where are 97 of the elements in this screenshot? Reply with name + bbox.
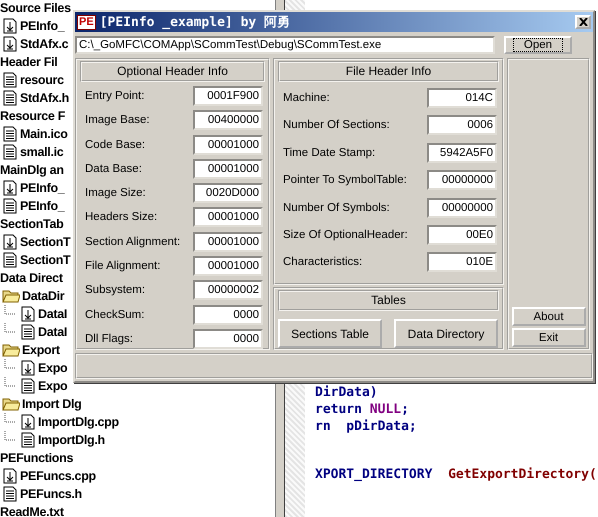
tree-item[interactable]: StdAfx.h <box>20 91 69 105</box>
value-field[interactable]: 0000 <box>193 304 263 325</box>
window-title: [PEInfo _example] by 阿勇 <box>100 14 292 31</box>
value-field[interactable]: 00E0 <box>427 224 497 245</box>
field-label: Number Of Sections: <box>283 119 390 132</box>
code-line: DirData) <box>315 384 379 401</box>
app-icon: PE <box>77 14 96 30</box>
tree-connector <box>4 431 16 441</box>
value-field[interactable]: 00001000 <box>193 134 263 155</box>
source-file-icon <box>20 306 36 322</box>
value-field[interactable]: 00000000 <box>427 170 497 190</box>
field-label: Subsystem: <box>85 284 146 296</box>
field-label: Pointer To SymbolTable: <box>283 174 407 186</box>
folder-icon <box>2 396 20 412</box>
tree-item[interactable]: PEFuncs.h <box>20 487 82 501</box>
field-label: Code Base: <box>85 138 146 151</box>
field-label: Image Base: <box>85 114 150 126</box>
section-header: Tables <box>278 290 499 311</box>
value-field[interactable]: 5942A5F0 <box>427 142 497 163</box>
folder-icon <box>2 342 20 358</box>
dialog-button[interactable]: Exit <box>512 328 586 347</box>
value-field[interactable]: 00400000 <box>193 110 263 130</box>
value-field[interactable]: 0001F900 <box>193 86 263 106</box>
document-icon <box>20 324 36 340</box>
tree-group-label[interactable]: MainDlg an <box>0 163 64 177</box>
section-header: Optional Header Info <box>80 61 265 82</box>
value-field[interactable]: 00001000 <box>193 207 263 228</box>
tree-item[interactable]: small.ic <box>20 145 64 159</box>
tree-item[interactable]: StdAfx.c <box>20 37 68 51</box>
tree-item[interactable]: DataI <box>38 307 68 321</box>
tree-item[interactable]: PEFuncs.cpp <box>20 469 96 483</box>
value-field[interactable]: 00000002 <box>193 280 263 300</box>
open-button[interactable]: Open <box>504 36 572 54</box>
tree-item[interactable]: resourc <box>20 73 64 87</box>
value-field[interactable]: 00000000 <box>427 198 497 218</box>
tree-item[interactable]: PEInfo_ <box>20 199 64 213</box>
code-line: rn pDirData; <box>315 418 418 435</box>
value-field[interactable]: 00001000 <box>193 256 263 276</box>
tree-item[interactable]: Expo <box>38 361 68 375</box>
close-button[interactable] <box>575 15 591 29</box>
field-label: Image Size: <box>85 187 146 200</box>
field-label: File Alignment: <box>85 260 160 272</box>
field-label: Data Base: <box>85 162 142 175</box>
tree-connector <box>4 359 16 369</box>
tree-group-label[interactable]: Header Fil <box>0 55 58 69</box>
tree-group-label[interactable]: Source Files <box>0 1 71 15</box>
tree-item[interactable]: Export <box>22 343 60 357</box>
field-label: Machine: <box>283 92 330 104</box>
value-field[interactable]: 010E <box>427 252 497 272</box>
tree-item[interactable]: DataI <box>38 325 68 339</box>
dialog-button[interactable]: About <box>512 307 586 326</box>
document-icon <box>20 378 36 394</box>
tree-item[interactable]: PEInfo_ <box>20 19 64 33</box>
tree-group-label[interactable]: SectionTab <box>0 217 64 231</box>
value-field[interactable]: 0006 <box>427 115 497 136</box>
tree-connector <box>4 305 16 315</box>
field-label: Headers Size: <box>85 211 158 224</box>
source-file-icon <box>20 414 36 430</box>
tree-item[interactable]: Import Dlg <box>22 397 82 411</box>
document-icon <box>20 432 36 448</box>
tree-group-label[interactable]: Data Direct <box>0 271 63 285</box>
tree-item[interactable]: Expo <box>38 379 68 393</box>
tree-group-label[interactable]: PEFunctions <box>0 451 74 465</box>
section-header: File Header Info <box>278 61 499 82</box>
file-path-field[interactable]: C:\_GoMFC\COMApp\SCommTest\Debug\SCommTest.exe <box>75 36 495 54</box>
tree-group-label[interactable]: Resource F <box>0 109 66 123</box>
tree-connector <box>4 323 16 333</box>
table-button[interactable]: Data Directory <box>394 319 498 348</box>
tree-connector <box>4 413 16 423</box>
tree-item[interactable]: ImportDlg.h <box>38 433 105 447</box>
field-label: Entry Point: <box>85 90 144 102</box>
value-field[interactable]: 0020D000 <box>193 183 263 204</box>
value-field[interactable]: 00001000 <box>193 158 263 179</box>
field-label: Characteristics: <box>283 256 362 268</box>
field-label: CheckSum: <box>85 308 144 321</box>
tree-connector <box>4 377 16 387</box>
value-field[interactable]: 0000 <box>193 328 263 349</box>
tree-item[interactable]: SectionT <box>20 235 70 249</box>
value-field[interactable]: 00001000 <box>193 232 263 252</box>
tree-item[interactable]: PEInfo_ <box>20 181 64 195</box>
field-label: Size Of OptionalHeader: <box>283 228 408 241</box>
source-file-icon <box>20 360 36 376</box>
code-line: return NULL; <box>315 401 410 418</box>
code-line: XPORT_DIRECTORY GetExportDirectory( <box>315 466 597 483</box>
close-icon <box>578 18 588 26</box>
tree-group-label[interactable]: ReadMe.txt <box>0 505 64 517</box>
tree-item[interactable]: SectionT <box>20 253 70 267</box>
value-field[interactable]: 014C <box>427 88 497 108</box>
field-label: Number Of Symbols: <box>283 202 390 214</box>
folder-icon <box>2 288 20 304</box>
table-button[interactable]: Sections Table <box>278 319 382 348</box>
tree-item[interactable]: DataDir <box>22 289 64 303</box>
field-label: Section Alignment: <box>85 236 180 248</box>
field-label: Time Date Stamp: <box>283 146 376 159</box>
tree-item[interactable]: ImportDlg.cpp <box>38 415 119 429</box>
tree-item[interactable]: Main.ico <box>20 127 68 141</box>
field-label: Dll Flags: <box>85 332 133 345</box>
